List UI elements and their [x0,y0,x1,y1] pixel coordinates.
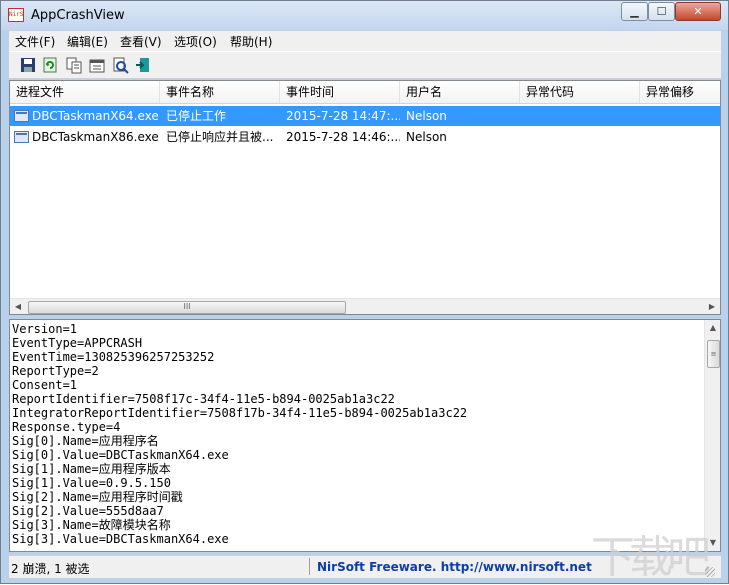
column-process-file[interactable]: 进程文件 [10,81,160,103]
cell-exception-offset [646,127,720,147]
properties-icon [89,59,105,73]
scroll-right-button[interactable]: ▶ [704,299,720,314]
column-exception-code[interactable]: 异常代码 [520,81,640,103]
vertical-scroll-thumb[interactable]: ≡ [707,340,720,368]
table-row[interactable]: DBCTaskmanX86.exe 已停止响应并且被... 2015-7-28 … [10,127,720,147]
exe-icon [14,131,29,143]
list-header: 进程文件 事件名称 事件时间 用户名 异常代码 异常偏移 [10,81,720,104]
copy-icon [66,57,82,74]
detail-line: Consent=1 [12,378,78,392]
app-icon: NirS [8,8,24,22]
detail-line: Sig[1].Name=应用程序版本 [12,462,171,476]
menu-view[interactable]: 查看(V) [120,33,162,50]
scroll-down-button[interactable]: ▼ [705,535,720,551]
horizontal-scroll-thumb[interactable]: III [28,301,346,314]
detail-line: Version=1 [12,322,78,336]
menu-file[interactable]: 文件(F) [15,33,55,50]
watermark: 下载吧 [591,532,711,583]
column-event-time[interactable]: 事件时间 [280,81,400,103]
exit-icon [136,58,149,72]
vertical-scrollbar[interactable]: ▲ ≡ ▼ [704,320,720,551]
column-user-name[interactable]: 用户名 [400,81,520,103]
menu-edit[interactable]: 编辑(E) [67,33,108,50]
scroll-up-button[interactable]: ▲ [705,320,720,336]
cell-event-time: 2015-7-28 14:47:... [286,109,400,123]
detail-line: EventType=APPCRASH [12,336,143,350]
find-icon [113,57,129,74]
copy-button[interactable] [65,56,83,74]
table-row[interactable]: DBCTaskmanX64.exe 已停止工作 2015-7-28 14:47:… [10,106,720,126]
column-exception-offset[interactable]: 异常偏移 [640,81,720,103]
cell-event-name: 已停止工作 [166,109,227,123]
detail-line: Response.type=4 [12,420,121,434]
cell-user-name: Nelson [406,109,447,123]
find-button[interactable] [111,56,129,74]
app-window: NirS AppCrashView ▁ ☐ ✕ 文件(F) 编辑(E) 查看(V… [0,0,729,584]
detail-line: Sig[2].Value=555d8aa7 [12,504,164,518]
detail-line: Sig[1].Value=0.9.5.150 [12,476,171,490]
detail-line: Sig[0].Name=应用程序名 [12,434,159,448]
save-icon [21,58,35,72]
properties-button[interactable] [88,56,106,74]
menu-bar: 文件(F) 编辑(E) 查看(V) 选项(O) 帮助(H) [9,31,721,51]
cell-event-name: 已停止响应并且被... [166,130,274,144]
menu-help[interactable]: 帮助(H) [230,33,272,50]
detail-line: IntegratorReportIdentifier=7508f17b-34f4… [12,406,468,420]
status-divider [309,558,310,575]
cell-process-file: DBCTaskmanX64.exe [32,109,159,123]
exit-button[interactable] [134,56,152,74]
detail-line: Sig[3].Name=故障模块名称 [12,518,171,532]
detail-line: Sig[0].Value=DBCTaskmanX64.exe [12,448,229,462]
exe-icon [14,110,29,122]
cell-exception-offset [646,106,720,126]
crash-list[interactable]: 进程文件 事件名称 事件时间 用户名 异常代码 异常偏移 DBCTaskmanX… [9,80,721,315]
detail-line: EventTime=130825396257253252 [12,350,215,364]
detail-line: Sig[3].Value=DBCTaskmanX64.exe [12,532,229,546]
cell-exception-code [526,106,640,126]
detail-line: ReportIdentifier=7508f17c-34f4-11e5-b894… [12,392,395,406]
cell-event-time: 2015-7-28 14:46:... [286,130,400,144]
status-count: 2 崩溃, 1 被选 [11,562,90,576]
menu-options[interactable]: 选项(O) [174,33,217,50]
cell-exception-code [526,127,640,147]
maximize-button[interactable]: ☐ [648,2,675,21]
column-event-name[interactable]: 事件名称 [160,81,280,103]
title-bar[interactable]: NirS AppCrashView ▁ ☐ ✕ [1,1,728,30]
refresh-button[interactable] [41,56,59,74]
details-pane[interactable]: Version=1 EventType=APPCRASH EventTime=1… [9,319,721,552]
refresh-icon [43,57,57,73]
detail-line: ReportType=2 [12,364,99,378]
resize-grip[interactable] [705,567,715,577]
window-title: AppCrashView [31,8,125,23]
close-button[interactable]: ✕ [675,2,721,21]
minimize-button[interactable]: ▁ [621,2,648,21]
cell-user-name: Nelson [406,130,447,144]
cell-process-file: DBCTaskmanX86.exe [32,130,159,144]
toolbar [9,51,721,79]
horizontal-scrollbar[interactable]: ◀ III ▶ [10,298,720,314]
nirsoft-link[interactable]: NirSoft Freeware. http://www.nirsoft.net [317,560,592,574]
save-button[interactable] [19,56,37,74]
scroll-left-button[interactable]: ◀ [10,299,26,314]
detail-line: Sig[2].Name=应用程序时间戳 [12,490,183,504]
